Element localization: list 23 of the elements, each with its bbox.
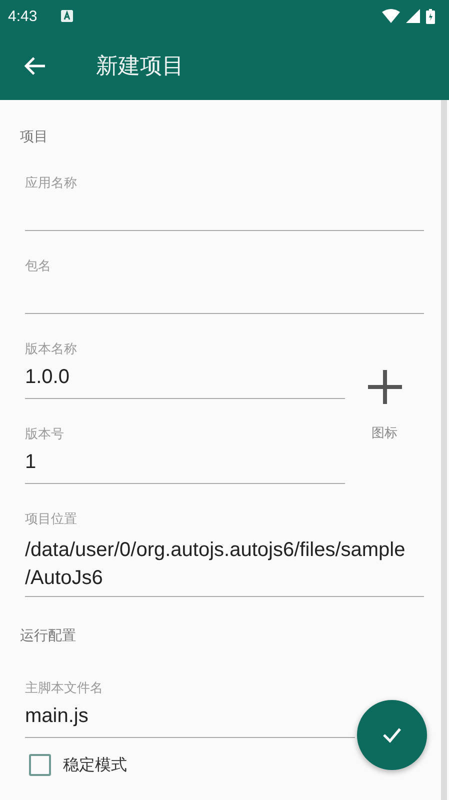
version-code-field[interactable]: 版本号 1 [25, 425, 345, 484]
back-arrow-icon [24, 56, 46, 76]
battery-icon [426, 8, 435, 24]
screen-title: 新建项目 [96, 53, 184, 81]
checkbox-square[interactable] [29, 754, 51, 776]
main-script-field[interactable]: 主脚本文件名 main.js [25, 679, 355, 738]
field-label: 项目位置 [25, 510, 78, 528]
wifi-icon [382, 9, 400, 23]
field-label: 版本号 [25, 425, 65, 443]
section-heading: 项目 [20, 128, 49, 146]
confirm-fab[interactable] [357, 700, 427, 770]
field-label: 应用名称 [25, 174, 78, 192]
project-location-field[interactable]: 项目位置 /data/user/0/org.autojs.autojs6/files/sample/AutoJs6 [25, 510, 424, 597]
field-label: 版本名称 [25, 340, 78, 358]
stable-mode-checkbox[interactable]: 稳定模式 [29, 754, 127, 776]
clock-time: 4:43 [8, 8, 38, 24]
signal-icon [406, 9, 420, 23]
field-label: 主脚本文件名 [25, 679, 104, 697]
notification-icon [61, 10, 74, 22]
version-name-field[interactable]: 版本名称 1.0.0 [25, 340, 345, 399]
field-label: 包名 [25, 257, 52, 275]
section-heading: 运行配置 [20, 627, 77, 645]
plus-icon [366, 368, 404, 406]
